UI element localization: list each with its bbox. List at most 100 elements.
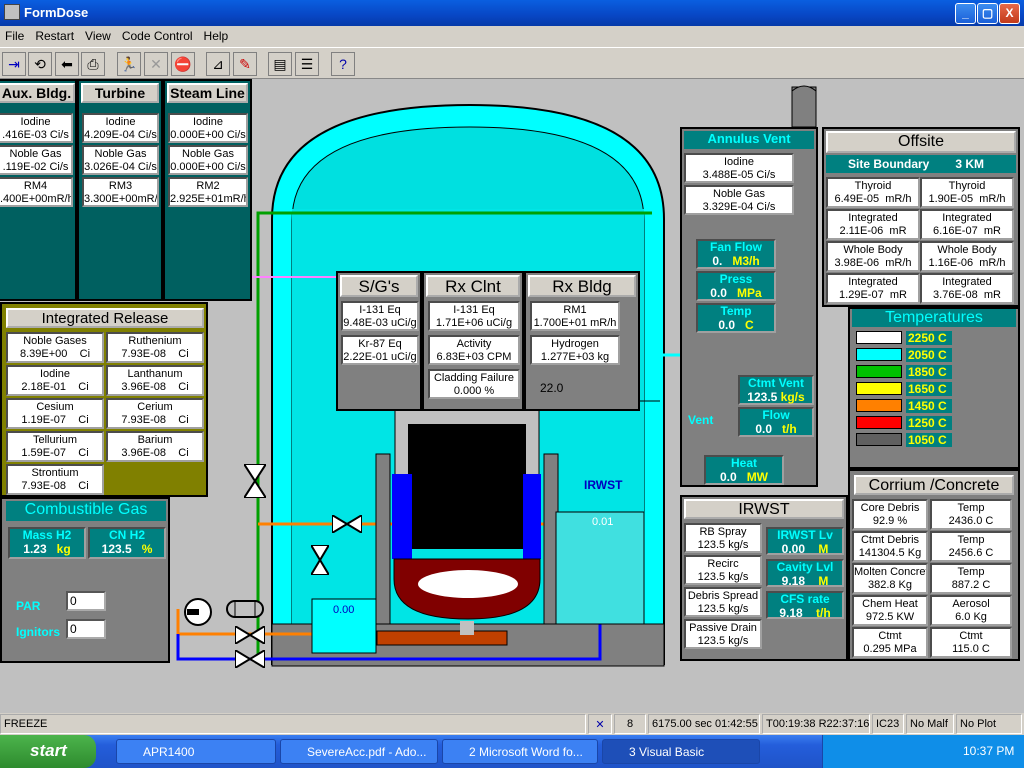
rx-clnt-activity: Activity 6.83E+03 CPM: [428, 335, 520, 365]
status-plot: No Plot: [956, 714, 1022, 734]
sg-panel: S/G's I-131 Eq 9.48E-03 uCi/g Kr-87 Eq 2.2…: [336, 271, 422, 411]
cooler-icon[interactable]: [225, 599, 265, 619]
pump-valve-icon[interactable]: [235, 626, 265, 644]
release-lanthanum: Lanthanum 3.96E-08 Ci: [106, 365, 204, 396]
back-icon[interactable]: ⬅: [55, 52, 79, 76]
run-icon[interactable]: 🏃: [117, 52, 141, 76]
flow-box: Flow 0.0 t/h: [738, 407, 814, 437]
offsite-integrated-near: Integrated 2.11E-06 mR: [826, 209, 920, 240]
freeze-icon[interactable]: ⛔: [171, 52, 195, 76]
title-bar: FormDose _ ▢ X: [0, 0, 1024, 26]
integrated-release-panel: Integrated Release Noble Gases 8.39E+00 C…: [0, 302, 208, 497]
status-speed: 8: [614, 714, 646, 734]
fan-flow-box: Fan Flow 0. M3/h: [696, 239, 776, 269]
edit-icon[interactable]: ✎: [233, 52, 257, 76]
offsite-thyroid-far: Thyroid 1.90E-05 mR/h: [920, 177, 1014, 208]
minimize-button[interactable]: _: [955, 3, 976, 24]
cavity-level-box: Cavity Lvl 9.18 M: [766, 559, 844, 588]
offsite-integrated-near: Integrated 1.29E-07 mR: [826, 273, 920, 304]
close-button[interactable]: X: [999, 3, 1020, 24]
status-icon: ✕: [588, 714, 612, 734]
corium-temp: Temp 2436.0 C: [930, 499, 1012, 530]
task-word[interactable]: 2 Microsoft Word fo...: [442, 739, 598, 764]
window-title: FormDose: [24, 5, 89, 20]
menu-restart[interactable]: Restart: [30, 26, 80, 43]
irwst-title: IRWST: [684, 499, 844, 519]
formdose-window: FormDose _ ▢ X File Restart View Code Contr…: [0, 0, 1024, 768]
temp-legend-label: 1450 C: [906, 399, 952, 413]
list-icon[interactable]: ☰: [295, 52, 319, 76]
drain-tank-value: 0.00: [333, 604, 355, 616]
corium-ctmt-debris: Ctmt Debris 141304.5 Kg: [852, 531, 928, 562]
temp-legend-label: 1850 C: [906, 365, 952, 379]
stop-icon[interactable]: ✕: [144, 52, 168, 76]
temp-swatch: [856, 399, 902, 412]
help-icon[interactable]: ?: [331, 52, 355, 76]
temp-legend-label: 2250 C: [906, 331, 952, 345]
pump-icon[interactable]: [183, 597, 217, 627]
release-cerium: Cerium 7.93E-08 Ci: [106, 398, 204, 429]
task-apr1400[interactable]: APR1400: [116, 739, 276, 764]
aux-bldg-panel: Aux. Bldg. Iodine .416E-03 Ci/s Noble Gas…: [0, 79, 77, 301]
press-box: Press 0.0 MPa: [696, 271, 776, 301]
turbine-panel: Turbine Iodine 4.209E-04 Ci/s Noble Gas 3.…: [77, 79, 163, 301]
turbine-rm3: RM3 3.300E+00mR/h: [82, 177, 159, 207]
vertical-valve-icon[interactable]: [311, 545, 329, 575]
chart-icon[interactable]: ⊿: [206, 52, 230, 76]
site-boundary-bar: Site Boundary 3 KM: [826, 155, 1016, 173]
restart-icon[interactable]: ⟲: [28, 52, 52, 76]
aux-rm4: RM4.400E+00mR/h: [0, 177, 73, 207]
green-valve-icon[interactable]: [244, 464, 266, 498]
orange-valve-icon[interactable]: [332, 515, 362, 533]
report-icon[interactable]: ▤: [268, 52, 292, 76]
mass-h2-box: Mass H2 1.23 kg: [8, 527, 86, 559]
annulus-vent-panel: Annulus Vent Iodine 3.488E-05 Ci/s Noble …: [680, 127, 818, 487]
menu-help[interactable]: Help: [199, 26, 235, 43]
corium-chem-heat: Chem Heat 972.5 KW: [852, 595, 928, 626]
corium-temp: Temp 887.2 C: [930, 563, 1012, 594]
par-input[interactable]: 0: [66, 591, 106, 611]
irwst-level-box: IRWST Lv 0.00 M: [766, 527, 844, 556]
corium-concrete-panel: Corrium /Concrete Core Debris 92.9 % Temp 2…: [848, 469, 1020, 661]
steam-line-panel: Steam Line Iodine 0.000E+00 Ci/s Noble Ga…: [163, 79, 252, 301]
app-icon: [4, 4, 20, 20]
rb-spray: RB Spray 123.5 kg/s: [684, 523, 762, 553]
irwst-diagram-label: IRWST: [584, 478, 623, 492]
steam-iodine: Iodine 0.000E+00 Ci/s: [168, 113, 248, 143]
ignitors-input[interactable]: 0: [66, 619, 106, 639]
combustible-gas-title: Combustible Gas: [6, 501, 166, 521]
menu-bar: File Restart View Code Control Help: [0, 26, 1024, 46]
blue-valve-icon[interactable]: [235, 650, 265, 668]
annulus-iodine: Iodine 3.488E-05 Ci/s: [684, 153, 794, 183]
menu-code-control[interactable]: Code Control: [117, 26, 199, 43]
reactor-core: [408, 424, 526, 549]
combustible-gas-panel: Combustible Gas Mass H2 1.23 kg CN H2 123.…: [0, 497, 170, 663]
turbine-title: Turbine: [81, 83, 159, 103]
aux-iodine: Iodine .416E-03 Ci/s: [0, 113, 73, 143]
integrated-release-title: Integrated Release: [6, 308, 204, 328]
annulus-vent-title: Annulus Vent: [684, 131, 814, 149]
status-ic: IC23: [872, 714, 904, 734]
task-visual-basic[interactable]: 3 Visual Basic: [602, 739, 760, 764]
task-pdf[interactable]: SevereAcc.pdf - Ado...: [280, 739, 438, 764]
print-icon[interactable]: ⎙: [81, 52, 105, 76]
menu-view[interactable]: View: [80, 26, 117, 43]
temp-swatch: [856, 416, 902, 429]
cladding-failure: Cladding Failure 0.000 %: [428, 369, 520, 399]
sg-i131: I-131 Eq 9.48E-03 uCi/g: [341, 301, 419, 331]
rx-bldg-panel: Rx Bldg RM1 1.700E+01 mR/h Hydrogen 1.277E…: [524, 271, 640, 411]
temp-swatch: [856, 348, 902, 361]
steam-rm2: RM2 2.925E+01mR/h: [168, 177, 248, 207]
temp-swatch: [856, 433, 902, 446]
start-button[interactable]: start: [0, 735, 96, 768]
menu-file[interactable]: File: [0, 26, 30, 43]
corium-core-debris: Core Debris 92.9 %: [852, 499, 928, 530]
offsite-whole-body-near: Whole Body 3.98E-06 mR/h: [826, 241, 920, 272]
status-mode: FREEZE: [0, 714, 586, 734]
corium-aerosol: Aerosol 6.0 Kg: [930, 595, 1012, 626]
aux-noble-gas: Noble Gas .119E-02 Ci/s: [0, 145, 73, 175]
maximize-button[interactable]: ▢: [977, 3, 998, 24]
rx-bldg-rm1: RM1 1.700E+01 mR/h: [530, 301, 620, 331]
exit-icon[interactable]: ⇥: [2, 52, 26, 76]
sg-title: S/G's: [340, 275, 418, 297]
